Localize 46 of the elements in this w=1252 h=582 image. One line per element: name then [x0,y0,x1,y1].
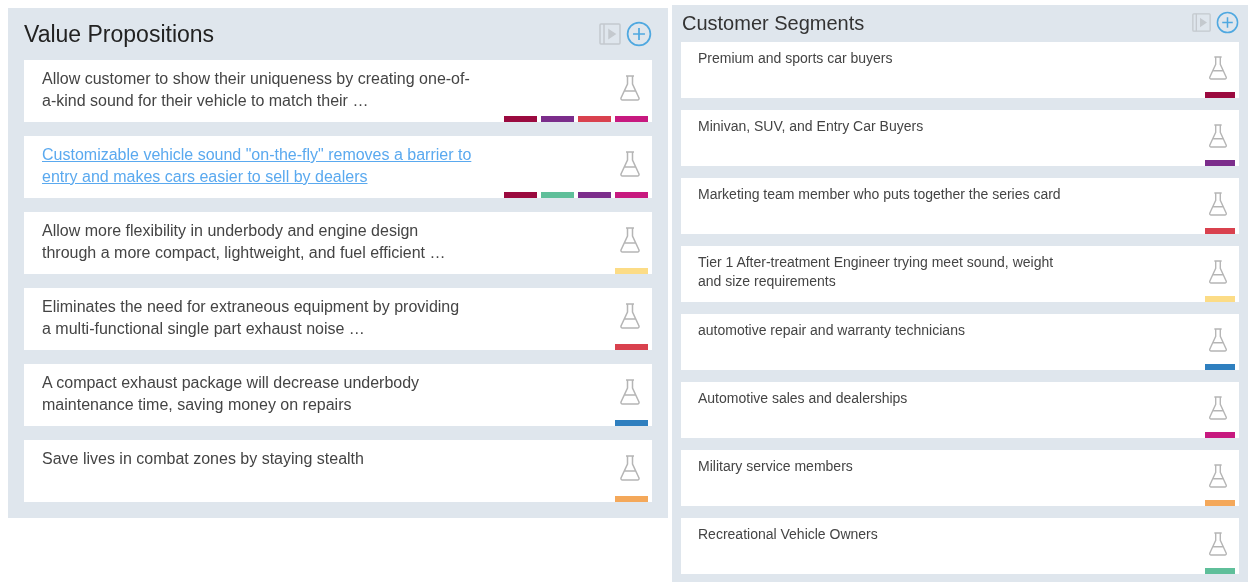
card[interactable]: Automotive sales and dealerships [681,382,1239,438]
card[interactable]: Save lives in combat zones by staying stealth [24,440,652,502]
card[interactable]: Allow more flexibility in underbody and engine design through a more compact, lightweight, and fuel efficient … [24,212,652,274]
flask-icon[interactable] [1207,259,1229,285]
card-text: Save lives in combat zones by staying stealth [42,449,365,469]
card-text: Eliminates the need for extraneous equipment by providing a multi-functional single part exhaust noise … [42,297,461,339]
flask-icon[interactable] [1207,531,1229,557]
flask-icon[interactable] [1207,123,1229,149]
add-icon[interactable] [626,21,652,47]
flask-icon[interactable] [618,150,642,178]
card-text: Recreational Vehicle Owners [698,525,879,544]
flask-icon[interactable] [618,454,642,482]
card[interactable]: Military service members [681,450,1239,506]
add-icon[interactable] [1216,11,1239,34]
play-icon[interactable] [1192,13,1211,32]
card-text: Marketing team member who puts together the series card [698,185,1062,204]
play-icon[interactable] [599,23,621,45]
card[interactable]: Tier 1 After-treatment Engineer trying meet sound, weight and size requirements [681,246,1239,302]
card[interactable]: A compact exhaust package will decrease underbody maintenance time, saving money on repairs [24,364,652,426]
card-text: automotive repair and warranty technicians [698,321,966,340]
card[interactable]: automotive repair and warranty technicians [681,314,1239,370]
flask-icon[interactable] [1207,463,1229,489]
card-text: Tier 1 After-treatment Engineer trying meet sound, weight and size requirements [698,253,1055,291]
panel-title: Customer Segments [681,10,865,36]
flask-icon[interactable] [1207,191,1229,217]
card[interactable]: Eliminates the need for extraneous equipment by providing a multi-functional single part exhaust noise … [24,288,652,350]
card-text: Allow more flexibility in underbody and engine design through a more compact, lightweight, and fuel efficient … [42,221,447,263]
card-text: Automotive sales and dealerships [698,389,909,408]
card-text: Minivan, SUV, and Entry Car Buyers [698,117,925,136]
card-text: Military service members [698,457,854,476]
panel-title: Value Propositions [24,19,215,49]
card[interactable]: Minivan, SUV, and Entry Car Buyers [681,110,1239,166]
card[interactable]: Marketing team member who puts together the series card [681,178,1239,234]
card[interactable]: Recreational Vehicle Owners [681,518,1239,574]
card-text: A compact exhaust package will decrease underbody maintenance time, saving money on repairs [42,373,421,415]
flask-icon[interactable] [618,302,642,330]
flask-icon[interactable] [618,226,642,254]
flask-icon[interactable] [1207,327,1229,353]
card[interactable]: Premium and sports car buyers [681,42,1239,98]
flask-icon[interactable] [1207,395,1229,421]
flask-icon[interactable] [1207,55,1229,81]
card-text: Allow customer to show their uniqueness by creating one-of-a-kind sound for their vehicle to match their … [42,69,470,111]
flask-icon[interactable] [618,378,642,406]
flask-icon[interactable] [618,74,642,102]
card[interactable]: Allow customer to show their uniqueness by creating one-of-a-kind sound for their vehicle to match their … [24,60,652,122]
card-text: Premium and sports car buyers [698,49,894,68]
